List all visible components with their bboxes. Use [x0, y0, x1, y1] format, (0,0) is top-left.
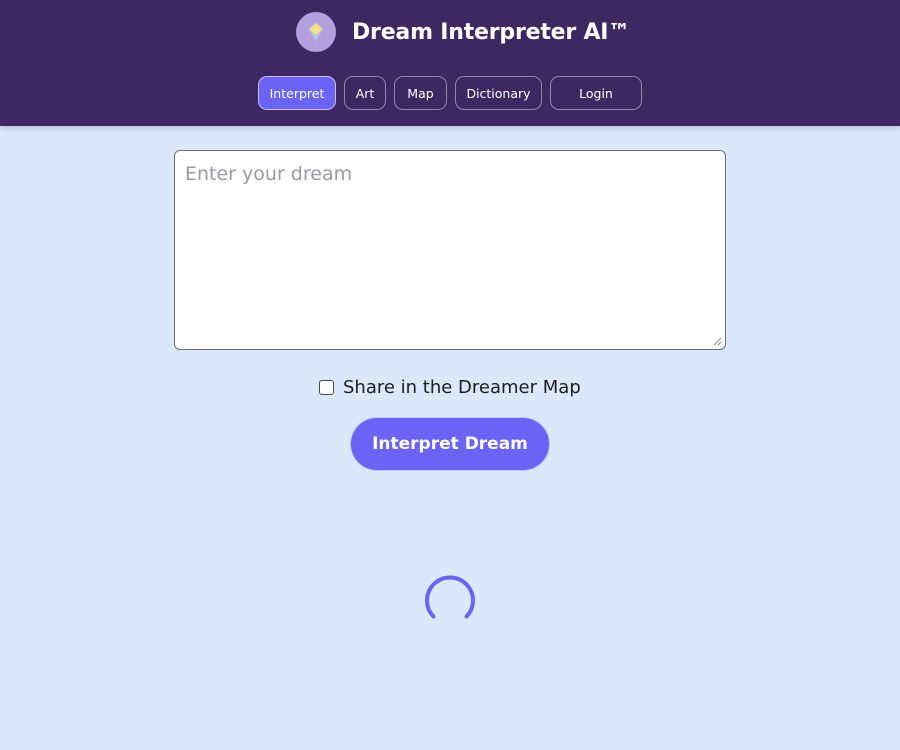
loading-spinner-icon	[425, 575, 475, 619]
nav-map[interactable]: Map	[394, 76, 447, 110]
interpret-dream-button[interactable]: Interpret Dream	[351, 418, 549, 470]
dream-input[interactable]	[174, 150, 726, 350]
app-title: Dream Interpreter AI™	[352, 19, 631, 45]
share-checkbox[interactable]	[319, 379, 334, 395]
main-nav: Interpret Art Map Dictionary Login	[0, 76, 900, 110]
brand: Dream Interpreter AI™	[296, 12, 630, 52]
nav-dictionary[interactable]: Dictionary	[455, 76, 542, 110]
share-label: Share in the Dreamer Map	[343, 376, 581, 398]
resize-grip-icon[interactable]	[712, 336, 722, 346]
crystal-gem-icon	[296, 12, 336, 52]
nav-art[interactable]: Art	[344, 76, 386, 110]
nav-interpret[interactable]: Interpret	[258, 76, 336, 110]
share-option: Share in the Dreamer Map	[319, 374, 581, 400]
app-header: Dream Interpreter AI™ Interpret Art Map …	[0, 0, 900, 126]
nav-login[interactable]: Login	[550, 76, 642, 110]
